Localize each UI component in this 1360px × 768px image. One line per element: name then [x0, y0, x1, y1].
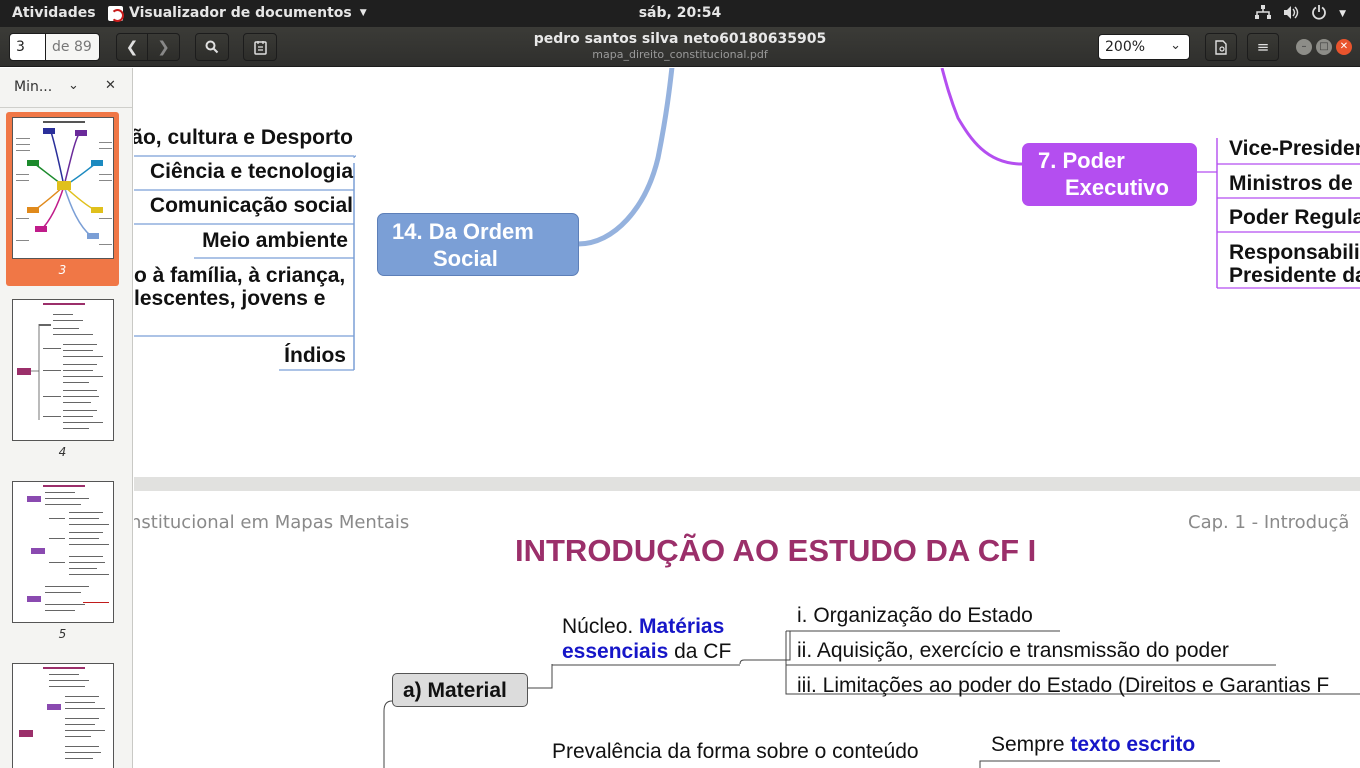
ordem-social-node: 14. Da Ordem Social — [377, 213, 579, 276]
zoom-select[interactable]: 200% ⌄ — [1098, 34, 1190, 60]
mind-map-leaf: ão, cultura e Desporto — [134, 126, 353, 149]
mind-map-leaf: i. Organização do Estado — [797, 604, 1033, 627]
node-label-line2: Executivo — [1065, 175, 1169, 200]
annotations-button[interactable] — [243, 33, 277, 61]
zoom-value: 200% — [1105, 39, 1146, 55]
page-total-label: de 89 — [46, 33, 100, 61]
document-search-icon — [1214, 40, 1228, 59]
nucleo-suffix: da CF — [674, 640, 732, 663]
node-label-line2: Social — [433, 246, 498, 271]
close-window-button[interactable]: ✕ — [1336, 39, 1352, 55]
window-title: pedro santos silva neto60180635905 mapa_… — [380, 31, 980, 61]
mind-map-leaf: o à família, à criança, — [134, 264, 346, 287]
sempre-prefix: Sempre — [991, 733, 1065, 756]
hamburger-menu-icon: ≡ — [1256, 38, 1270, 56]
nucleo-prefix: Núcleo. — [562, 615, 634, 638]
mind-map-leaf: Vice-Presiden — [1229, 137, 1360, 160]
document-properties-button[interactable] — [1205, 33, 1237, 61]
page-thumbnail-image — [12, 299, 114, 441]
minimize-button[interactable]: – — [1296, 39, 1312, 55]
mind-map-leaf: Responsabili — [1229, 241, 1360, 264]
maximize-button[interactable]: □ — [1316, 39, 1332, 55]
chevron-down-icon[interactable]: ⌄ — [68, 78, 79, 93]
node-label-line1: 7. Poder — [1038, 148, 1125, 173]
mind-map-leaf: ii. Aquisição, exercício e transmissão d… — [797, 639, 1229, 662]
sidebar-header: Min... ⌄ ✕ — [0, 68, 132, 108]
close-icon: ✕ — [1339, 41, 1349, 52]
mind-map-leaf: Meio ambiente — [202, 229, 348, 252]
sempre-leaf: Sempre texto escrito — [991, 733, 1195, 757]
notes-icon — [253, 41, 267, 59]
page-number-input[interactable]: 3 — [9, 33, 46, 61]
close-icon[interactable]: ✕ — [105, 78, 116, 93]
chevron-down-icon: ⌄ — [1170, 38, 1181, 53]
pdf-page-4: nstitucional em Mapas Mentais Cap. 1 - I… — [134, 491, 1360, 768]
document-header-bar: 3 de 89 ❮ ❯ pedro santos silva neto60180… — [0, 27, 1360, 67]
document-filename: mapa_direito_constitucional.pdf — [592, 48, 768, 61]
pdf-page-3: ão, cultura e Desporto Ciência e tecnolo… — [134, 68, 1360, 477]
thumbnail-page-3[interactable]: 3 — [6, 112, 119, 286]
volume-icon[interactable] — [1283, 5, 1299, 24]
power-icon[interactable] — [1311, 4, 1327, 24]
poder-executivo-node: 7. Poder Executivo — [1022, 143, 1197, 206]
mind-map-leaf: Comunicação social — [149, 194, 353, 217]
mind-map-leaf: iii. Limitações ao poder do Estado (Dire… — [797, 674, 1330, 697]
mind-map-leaf: lescentes, jovens e — [134, 287, 326, 310]
node-label-line1: 14. Da Ordem — [392, 219, 534, 244]
thumbnail-page-5[interactable]: 5 — [6, 476, 119, 650]
page-thumbnail-image — [12, 481, 114, 623]
previous-page-button[interactable]: ❮ — [116, 33, 148, 61]
network-icon[interactable] — [1255, 4, 1272, 24]
mind-map-leaf: Ministros de — [1229, 172, 1353, 195]
document-title: pedro santos silva neto60180635905 — [533, 31, 827, 47]
thumbnail-page-number: 3 — [58, 263, 67, 277]
page-thumbnail-image — [12, 663, 114, 768]
page-thumbnail-image — [12, 117, 114, 259]
caret-down-icon[interactable]: ▼ — [1339, 9, 1346, 19]
material-node: a) Material — [392, 673, 528, 707]
search-button[interactable] — [195, 33, 229, 61]
mind-map-leaf: Presidente da — [1229, 264, 1360, 287]
app-menu-button[interactable]: Visualizador de documentos ▼ — [108, 5, 367, 22]
activities-button[interactable]: Atividades — [12, 5, 96, 21]
menu-button[interactable]: ≡ — [1247, 33, 1279, 61]
document-view[interactable]: ão, cultura e Desporto Ciência e tecnolo… — [134, 68, 1360, 768]
system-top-bar: Atividades Visualizador de documentos ▼ … — [0, 0, 1360, 27]
nucleo-highlight-1: Matérias — [639, 615, 725, 638]
chevron-right-icon: ❯ — [157, 38, 170, 56]
search-icon — [205, 40, 219, 58]
thumbnail-sidebar: Min... ⌄ ✕ 3 4 5 — [0, 68, 133, 768]
sidebar-mode-label[interactable]: Min... — [14, 79, 52, 95]
sempre-highlight: texto escrito — [1070, 733, 1196, 756]
document-viewer-app-icon — [108, 5, 124, 22]
minimize-icon: – — [1301, 41, 1307, 52]
chevron-left-icon: ❮ — [125, 38, 139, 56]
thumbnail-page-4[interactable]: 4 — [6, 294, 119, 468]
maximize-icon: □ — [1319, 41, 1329, 52]
thumbnail-page-number: 5 — [58, 627, 67, 641]
next-page-button[interactable]: ❯ — [148, 33, 180, 61]
nucleo-highlight-2: essenciais — [562, 640, 669, 663]
mind-map-leaf: Prevalência da forma sobre o conteúdo — [552, 740, 919, 763]
mind-map-leaf: Índios — [284, 344, 346, 367]
thumbnail-page-6[interactable] — [6, 658, 119, 768]
thumbnail-page-number: 4 — [58, 445, 67, 459]
app-menu-label: Visualizador de documentos — [129, 5, 352, 21]
caret-down-icon: ▼ — [359, 8, 367, 18]
system-tray[interactable]: ▼ — [1255, 4, 1346, 24]
mind-map-leaf: Ciência e tecnologia — [149, 160, 353, 183]
mind-map-connectors — [383, 630, 1360, 768]
nucleo-leaf: Núcleo. Matérias essenciais da CF — [562, 614, 731, 664]
mind-map-leaf: Poder Regula — [1229, 206, 1360, 229]
